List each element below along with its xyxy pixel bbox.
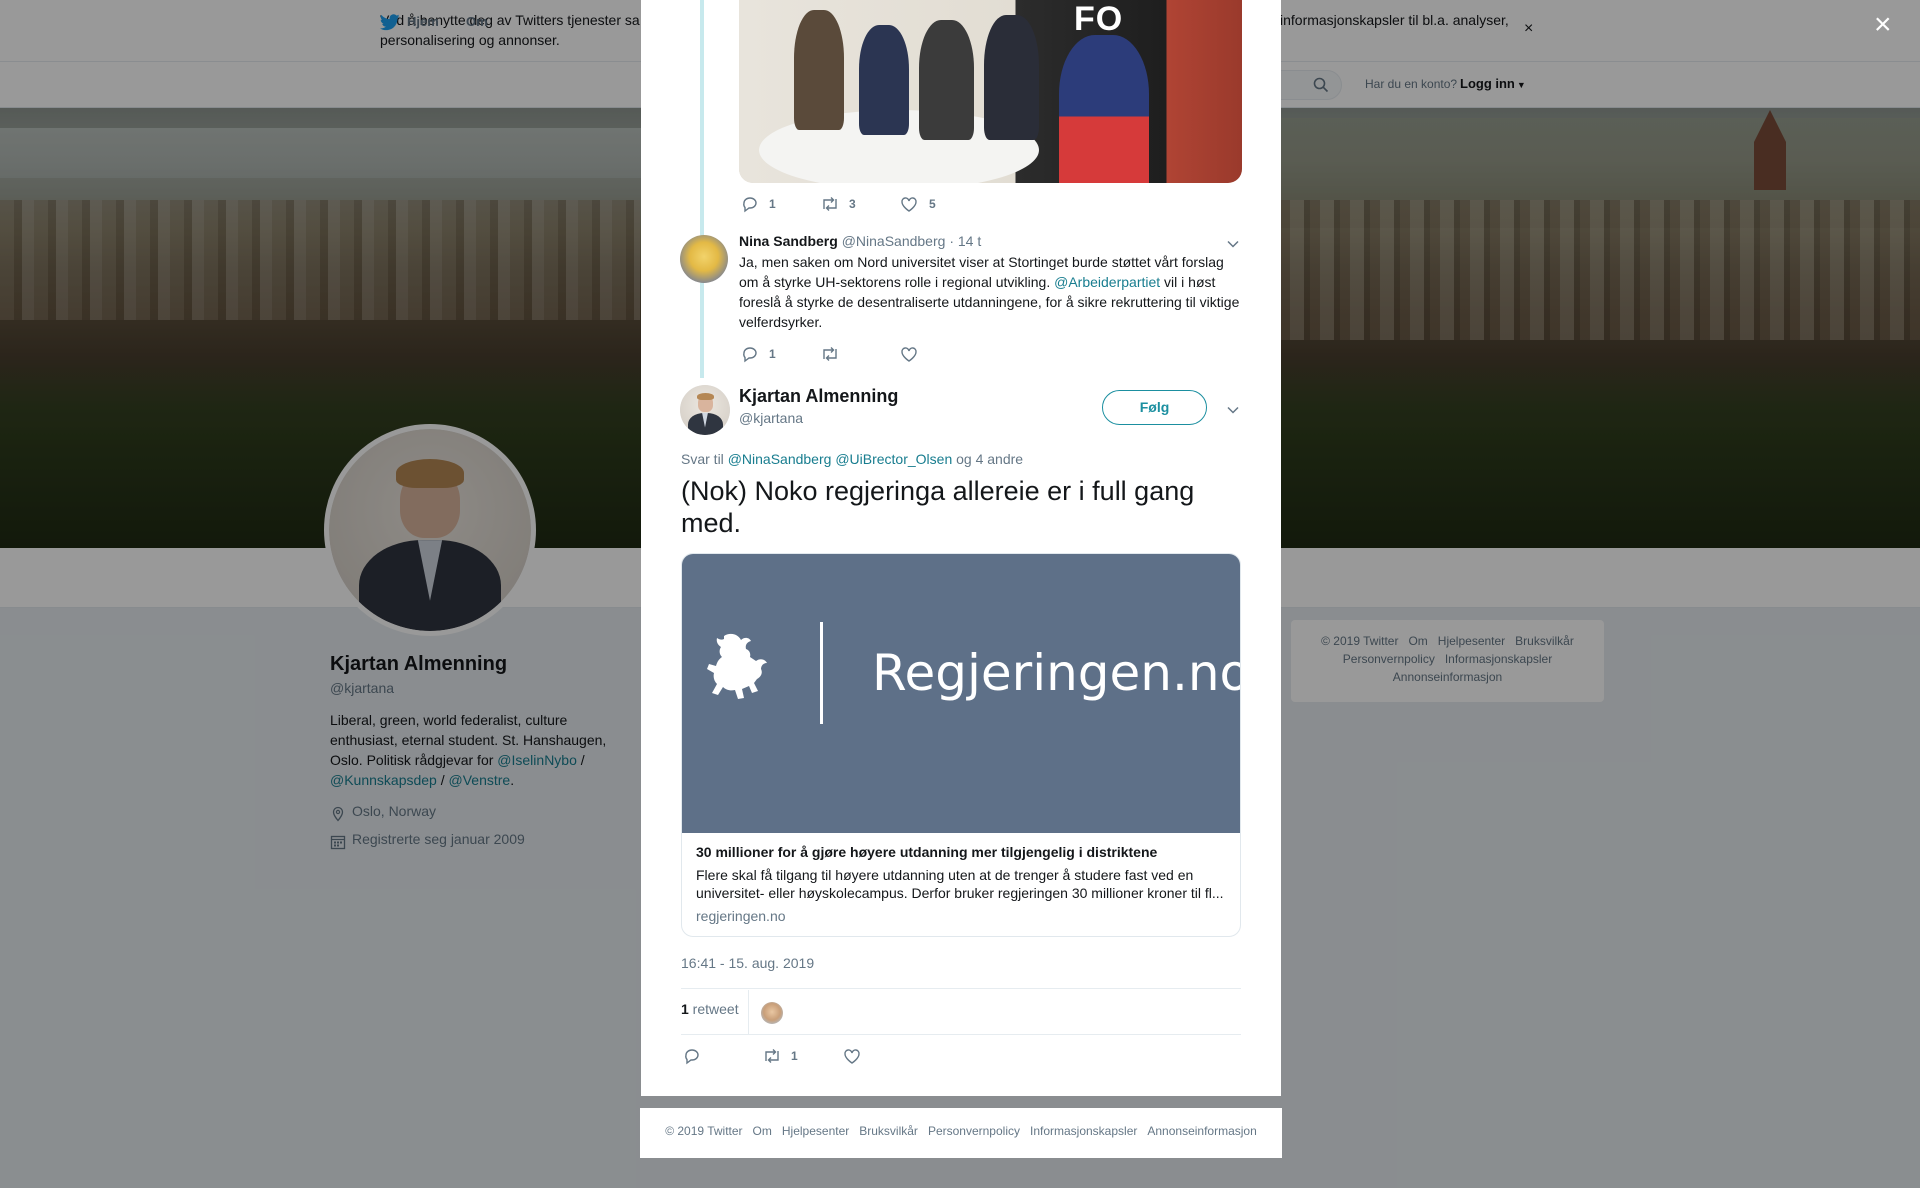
retweet-icon[interactable] <box>762 1047 782 1070</box>
follow-button[interactable]: Følg <box>1102 390 1207 425</box>
retweet-count: 1 <box>791 1049 798 1063</box>
tweet-full-timestamp[interactable]: 16:41 - 15. aug. 2019 <box>681 955 814 971</box>
reply-prefix: Svar til <box>681 451 728 467</box>
reply-others[interactable]: og 4 andre <box>952 451 1023 467</box>
retweet-icon[interactable] <box>820 195 840 218</box>
footer-link-cookies[interactable]: Informasjonskapsler <box>1030 1124 1137 1138</box>
thread-connector-line <box>700 0 704 378</box>
footer-link-privacy[interactable]: Personvernpolicy <box>928 1124 1020 1138</box>
link-card[interactable]: Regjeringen.no 30 millioner for å gjøre … <box>681 553 1241 937</box>
chevron-down-icon[interactable] <box>1226 402 1240 420</box>
like-count: 5 <box>929 197 936 211</box>
card-divider <box>820 622 823 724</box>
stats-divider-bottom <box>681 1034 1241 1035</box>
avatar[interactable] <box>680 385 730 435</box>
footer-link-terms[interactable]: Bruksvilkår <box>859 1124 918 1138</box>
retweet-count: 3 <box>849 197 856 211</box>
reply-icon[interactable] <box>741 345 759 368</box>
footer-link-about[interactable]: Om <box>753 1124 772 1138</box>
retweet-stat-label: retweet <box>688 1001 739 1017</box>
like-icon[interactable] <box>900 346 918 368</box>
card-brand-text: Regjeringen.no <box>872 644 1241 702</box>
reply-context: Svar til @NinaSandberg @UiBrector_Olsen … <box>681 451 1023 467</box>
card-image: Regjeringen.no <box>682 554 1240 833</box>
mention-arbeiderpartiet[interactable]: @Arbeiderpartiet <box>1054 274 1160 290</box>
modal-footer-links: © 2019 Twitter Om Hjelpesenter Bruksvilkår P… <box>640 1124 1282 1138</box>
retweet-icon[interactable] <box>820 345 840 368</box>
card-title[interactable]: 30 millioner for å gjøre høyere utdannin… <box>696 844 1157 860</box>
tweet-timestamp[interactable]: · 14 t <box>949 233 981 249</box>
reply-count: 1 <box>769 197 776 211</box>
lion-crest-icon <box>704 630 774 715</box>
tweet-text: Ja, men saken om Nord universitet viser … <box>739 252 1244 332</box>
reply-mention-ninasandberg[interactable]: @NinaSandberg <box>728 451 832 467</box>
reply-mention-uibrector[interactable]: @UiBrector_Olsen <box>835 451 952 467</box>
card-domain: regjeringen.no <box>696 908 786 924</box>
tweet-author-name[interactable]: Kjartan Almenning <box>739 386 898 407</box>
close-icon[interactable]: × <box>1874 10 1892 40</box>
like-icon[interactable] <box>843 1048 861 1070</box>
reply-count: 1 <box>769 347 776 361</box>
tweet-photo[interactable]: FO <box>739 0 1242 183</box>
like-icon[interactable] <box>900 196 918 218</box>
stats-divider-vertical <box>748 990 749 1034</box>
tweet-author-name[interactable]: Nina Sandberg <box>739 233 838 249</box>
footer-link-ads[interactable]: Annonseinformasjon <box>1147 1124 1256 1138</box>
footer-copyright: © 2019 Twitter <box>665 1124 743 1138</box>
reply-icon[interactable] <box>683 1047 701 1070</box>
tweet-author-handle[interactable]: @kjartana <box>739 410 803 426</box>
tweet-text: (Nok) Noko regjeringa allereie er i full… <box>681 476 1195 538</box>
tweet-author-handle[interactable]: @NinaSandberg <box>842 233 946 249</box>
avatar[interactable] <box>680 235 728 283</box>
card-description: Flere skal få tilgang til høyere utdanni… <box>696 867 1224 901</box>
reply-icon[interactable] <box>741 195 759 218</box>
tweet-header[interactable]: Nina Sandberg @NinaSandberg · 14 t <box>739 233 981 249</box>
footer-link-help[interactable]: Hjelpesenter <box>782 1124 849 1138</box>
stats-divider-top <box>681 988 1241 989</box>
retweet-stat-count: 1 <box>681 1001 689 1017</box>
retweet-stat[interactable]: 1 retweet <box>681 1001 739 1017</box>
avatar[interactable] <box>761 1002 783 1024</box>
photo-poster-text: FO <box>1074 0 1124 38</box>
